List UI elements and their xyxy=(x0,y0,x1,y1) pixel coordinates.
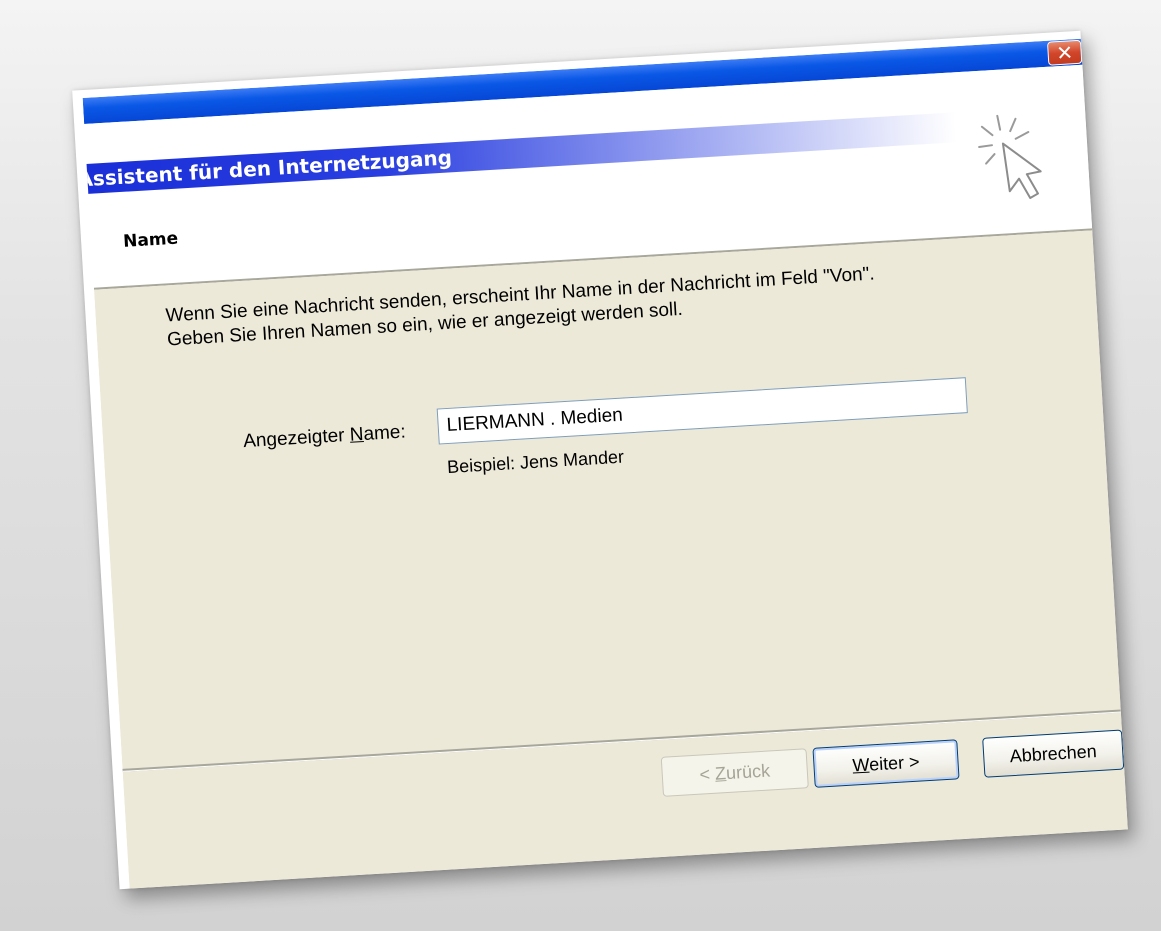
screenshot-stage: ✕ Assistent für den Internetzugang Name … xyxy=(0,0,1161,931)
dialog-photo-frame: ✕ Assistent für den Internetzugang Name … xyxy=(72,30,1128,890)
close-button[interactable]: ✕ xyxy=(1046,39,1083,66)
display-name-input[interactable] xyxy=(436,377,968,445)
back-label-pre: < xyxy=(698,763,716,785)
wizard-content: Wenn Sie eine Nachricht senden, erschein… xyxy=(94,230,1128,889)
wizard-dialog: ✕ Assistent für den Internetzugang Name … xyxy=(82,38,1128,889)
example-hint: Beispiel: Jens Mander xyxy=(446,446,625,478)
cancel-button[interactable]: Abbrechen xyxy=(982,729,1125,778)
close-icon: ✕ xyxy=(1055,40,1074,66)
label-text-pre: Angezeigter xyxy=(242,424,351,453)
display-name-label: Angezeigter Name: xyxy=(243,421,407,453)
wizard-title: Assistent für den Internetzugang xyxy=(82,112,957,195)
footer-divider xyxy=(122,709,1121,772)
cursor-click-icon xyxy=(978,114,1042,200)
page-heading: Name xyxy=(122,228,179,252)
back-label-post: urück xyxy=(725,760,771,784)
label-text-post: ame: xyxy=(362,421,407,445)
next-label-post: eiter > xyxy=(868,751,921,775)
back-button[interactable]: < Zurück xyxy=(660,748,809,797)
next-button[interactable]: Weiter > xyxy=(812,739,960,788)
next-label-mnemonic: W xyxy=(851,754,870,776)
